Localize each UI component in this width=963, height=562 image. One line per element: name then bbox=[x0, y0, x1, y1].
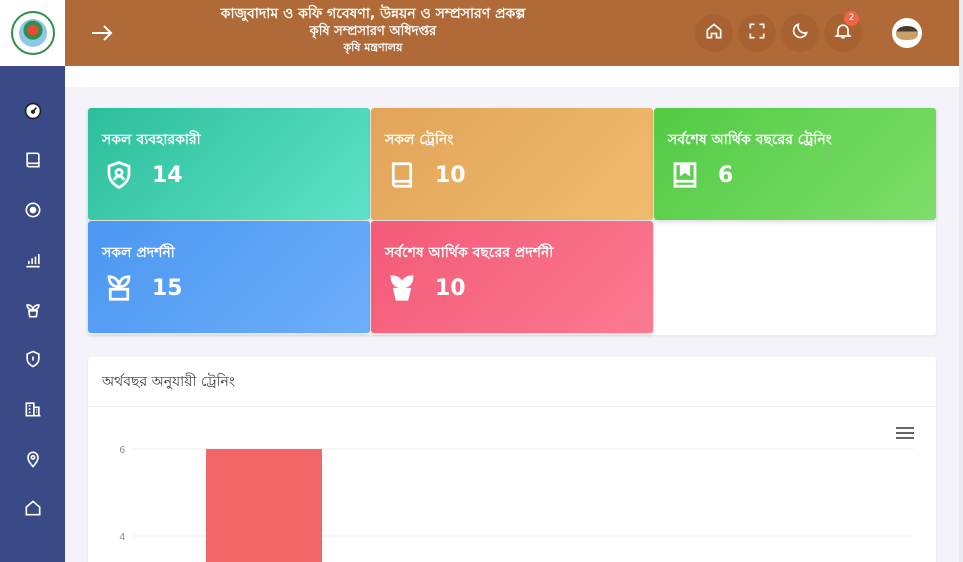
top-header: কাজুবাদাম ও কফি গবেষণা, উন্নয়ন ও সম্প্র… bbox=[65, 0, 959, 66]
stat-card-users[interactable]: সকল ব্যবহারকারী 14 bbox=[88, 108, 370, 220]
sidebar-item-locations[interactable] bbox=[0, 441, 65, 481]
sidebar-item-security[interactable] bbox=[0, 341, 65, 381]
project-title: কাজুবাদাম ও কফি গবেষণা, উন্নয়ন ও সম্প্র… bbox=[220, 6, 526, 22]
bar-chart: 46 bbox=[119, 445, 913, 562]
sidebar-item-demonstrations[interactable] bbox=[0, 292, 65, 332]
header-titles: কাজুবাদাম ও কফি গবেষণা, উন্নয়ন ও সম্প্র… bbox=[173, 4, 573, 56]
plant-icon bbox=[104, 273, 136, 305]
y-tick-label: 6 bbox=[119, 445, 125, 456]
sidebar-item-reports[interactable] bbox=[0, 242, 65, 282]
book-icon bbox=[387, 160, 419, 192]
stat-card-title: সকল ট্রেনিং bbox=[385, 132, 454, 148]
department-logo[interactable] bbox=[10, 11, 55, 55]
stat-card-latest-fy-trainings[interactable]: সর্বশেষ আর্থিক বছরের ট্রেনিং 6 bbox=[654, 108, 936, 220]
bookmark-book-icon bbox=[670, 160, 702, 192]
page-title-bar bbox=[65, 66, 959, 87]
sidebar-item-trainings[interactable] bbox=[0, 142, 65, 182]
notification-count-badge: 2 bbox=[844, 11, 859, 26]
shield-icon bbox=[23, 349, 43, 373]
stat-card-trainings[interactable]: সকল ট্রেনিং 10 bbox=[371, 108, 653, 220]
arrow-right-icon bbox=[89, 25, 115, 50]
stat-card-title: সর্বশেষ আর্থিক বছরের প্রদর্শনী bbox=[385, 245, 554, 261]
stat-card-value: 14 bbox=[152, 163, 183, 188]
y-tick-label: 4 bbox=[119, 532, 125, 543]
sidebar-item-home[interactable] bbox=[0, 490, 65, 530]
home-icon bbox=[23, 498, 43, 522]
scrollbar-track[interactable] bbox=[959, 0, 963, 562]
fullscreen-button[interactable] bbox=[738, 14, 776, 52]
dashboard-gauge-icon bbox=[22, 101, 43, 125]
toggle-sidebar-button[interactable] bbox=[89, 20, 115, 46]
sidebar-item-dashboard[interactable] bbox=[0, 93, 65, 133]
notifications-button[interactable]: 2 bbox=[824, 11, 862, 52]
potted-plant-icon bbox=[387, 273, 419, 305]
stat-card-title: সর্বশেষ আর্থিক বছরের ট্রেনিং bbox=[668, 132, 832, 148]
stat-card-demonstrations[interactable]: সকল প্রদর্শনী 15 bbox=[88, 221, 370, 333]
home-icon bbox=[704, 21, 724, 45]
building-icon bbox=[23, 399, 43, 423]
fullscreen-icon bbox=[747, 21, 767, 45]
location-pin-icon bbox=[23, 449, 43, 473]
plant-icon bbox=[23, 300, 43, 324]
book-icon bbox=[23, 150, 43, 174]
home-button[interactable] bbox=[695, 14, 733, 52]
stat-card-value: 10 bbox=[435, 163, 466, 188]
stat-card-value: 6 bbox=[718, 163, 734, 188]
logo-area bbox=[0, 0, 65, 66]
sidebar bbox=[0, 0, 65, 562]
sidebar-item-offices[interactable] bbox=[0, 391, 65, 431]
bar[interactable] bbox=[206, 449, 322, 562]
trainings-by-fiscal-year-panel: অর্থবছর অনুযায়ী ট্রেনিং 46 bbox=[88, 357, 936, 562]
user-shield-icon bbox=[104, 160, 136, 192]
sidebar-item-target[interactable] bbox=[0, 192, 65, 232]
stat-card-value: 15 bbox=[152, 276, 183, 301]
stat-card-title: সকল প্রদর্শনী bbox=[102, 245, 175, 261]
dark-mode-button[interactable] bbox=[781, 14, 819, 52]
stat-card-latest-fy-demonstrations[interactable]: সর্বশেষ আর্থিক বছরের প্রদর্শনী 10 bbox=[371, 221, 653, 333]
target-icon bbox=[23, 200, 43, 224]
bar-chart-icon bbox=[23, 250, 43, 274]
moon-icon bbox=[790, 21, 810, 45]
stat-card-value: 10 bbox=[435, 276, 466, 301]
stat-card-title: সকল ব্যবহারকারী bbox=[102, 132, 201, 148]
ministry-title: কৃষি মন্ত্রণালয় bbox=[343, 41, 403, 54]
user-avatar[interactable] bbox=[892, 18, 922, 48]
department-title: কৃষি সম্প্রসারণ অধিদপ্তর bbox=[309, 24, 437, 39]
